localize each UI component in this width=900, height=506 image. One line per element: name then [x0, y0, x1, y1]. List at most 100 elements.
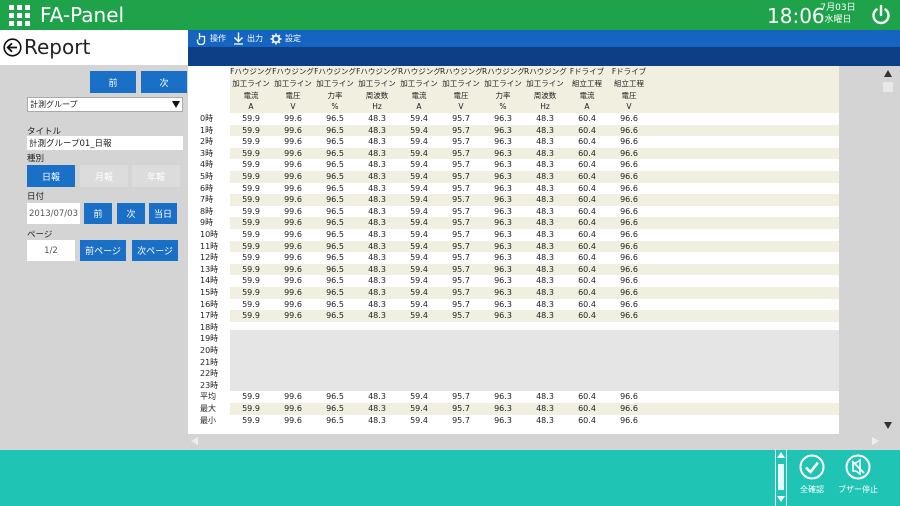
column-header-line: Hz — [372, 102, 382, 112]
table-cell: 96.5 — [326, 264, 344, 274]
table-cell: 60.4 — [578, 160, 596, 170]
column-header-line: 力率 — [495, 90, 511, 100]
table-cell: 48.3 — [368, 415, 386, 425]
table-cell: 95.7 — [452, 172, 470, 181]
column-header-line: Fハウジング — [356, 67, 398, 76]
power-icon[interactable] — [870, 4, 892, 26]
table-cell: 99.6 — [284, 299, 302, 309]
table-cell: 59.4 — [410, 114, 428, 123]
mute-bell-icon — [845, 454, 871, 480]
table-cell: 96.5 — [326, 172, 344, 181]
table-cell: 96.3 — [494, 253, 512, 263]
app-window: FA-Panel 18:06 7月03日 水曜日 Report 前 次 計測グル… — [0, 0, 900, 506]
table-cell: 60.4 — [578, 172, 596, 181]
group-next-button[interactable]: 次 — [141, 71, 187, 93]
row-label: 1時 — [200, 125, 214, 135]
horizontal-scrollbar[interactable] — [188, 434, 881, 448]
table-cell: 96.5 — [326, 148, 344, 158]
scroll-thumb[interactable] — [883, 82, 893, 92]
footer-scroll-down-icon[interactable] — [777, 496, 785, 502]
table-cell: 60.4 — [578, 241, 596, 251]
row-label: 最大 — [200, 404, 216, 413]
table-cell: 48.3 — [368, 125, 386, 135]
row-label: 9時 — [200, 218, 214, 228]
column-header-line: Fハウジング — [272, 67, 314, 76]
scroll-right-icon[interactable] — [872, 437, 879, 445]
table-cell: 96.6 — [620, 114, 638, 123]
table-cell: 60.4 — [578, 404, 596, 413]
title-field[interactable]: 計測グループ01_日報 — [27, 136, 183, 150]
output-menu[interactable]: 出力 — [233, 30, 263, 47]
buzzer-stop-button[interactable]: ブザー停止 — [832, 454, 884, 502]
table-cell: 96.3 — [494, 114, 512, 123]
row-label: 21時 — [200, 357, 219, 367]
kind-yearly-button[interactable]: 年報 — [132, 165, 180, 187]
confirm-all-button[interactable]: 全確認 — [786, 454, 838, 502]
table-cell: 95.7 — [452, 195, 470, 205]
column-header: Fハウジング 加工ライン 電流 A — [230, 66, 272, 113]
table-cell: 60.4 — [578, 299, 596, 309]
column-header-line: 組立工程 — [614, 78, 644, 88]
table-cell: 48.3 — [536, 392, 554, 402]
group-prev-button[interactable]: 前 — [90, 71, 136, 93]
table-cell: 96.5 — [326, 125, 344, 135]
kind-daily-button[interactable]: 日報 — [27, 165, 75, 187]
table-cell: 95.7 — [452, 137, 470, 147]
page-label: ページ — [27, 230, 53, 240]
table-cell: 48.3 — [368, 206, 386, 216]
kind-monthly-button[interactable]: 月報 — [80, 165, 128, 187]
page-prev-button[interactable]: 前ページ — [80, 240, 126, 261]
footer-scroll-up-icon[interactable] — [777, 452, 785, 458]
footer-scroll-thumb[interactable] — [778, 464, 784, 490]
back-arrow-icon[interactable] — [3, 38, 22, 57]
table-cell: 96.5 — [326, 137, 344, 147]
date-field[interactable]: 2013/07/03 — [27, 203, 80, 224]
table-cell: 48.3 — [536, 218, 554, 228]
table-cell: 96.6 — [620, 392, 638, 402]
operate-menu[interactable]: 操作 — [196, 30, 226, 47]
group-select[interactable]: 計測グループ — [27, 97, 183, 112]
settings-menu[interactable]: 設定 — [270, 30, 301, 47]
date-prev-button[interactable]: 前 — [84, 203, 112, 224]
date-label: 日付 — [27, 192, 45, 202]
table-cell: 96.6 — [620, 253, 638, 263]
vertical-scrollbar[interactable] — [881, 66, 895, 434]
table-cell: 96.6 — [620, 137, 638, 147]
column-header-line: V — [458, 102, 464, 112]
scroll-down-icon[interactable] — [884, 422, 892, 429]
scroll-left-icon[interactable] — [191, 437, 198, 445]
table-cell: 59.4 — [410, 241, 428, 251]
table-cell: 96.3 — [494, 125, 512, 135]
column-header-line: 加工ライン — [232, 78, 270, 88]
table-cell: 48.3 — [536, 253, 554, 263]
column-header-line: 電圧 — [285, 90, 301, 100]
grid-icon[interactable] — [9, 5, 30, 26]
table-cell: 99.6 — [284, 183, 302, 193]
table-cell: 95.7 — [452, 288, 470, 297]
table-cell: 96.6 — [620, 264, 638, 274]
table-cell: 96.3 — [494, 206, 512, 216]
page-number-field: 1/2 — [27, 240, 75, 261]
table-cell: 60.4 — [578, 276, 596, 286]
column-header: Fドライブ 組立工程 電流 A — [566, 66, 608, 113]
table-cell: 59.4 — [410, 415, 428, 425]
table-cell: 96.6 — [620, 241, 638, 251]
table-cell: 96.6 — [620, 404, 638, 413]
table-cell: 48.3 — [536, 160, 554, 170]
scroll-up-icon[interactable] — [884, 70, 892, 77]
table-cell: 59.4 — [410, 183, 428, 193]
table-cell: 60.4 — [578, 415, 596, 425]
page-next-button[interactable]: 次ページ — [132, 240, 178, 261]
column-header-line: 周波数 — [365, 90, 389, 100]
date-today-button[interactable]: 当日 — [149, 203, 177, 224]
output-label: 出力 — [247, 34, 263, 43]
column-header-line: V — [290, 102, 296, 112]
table-cell: 99.6 — [284, 195, 302, 205]
table-cell: 96.5 — [326, 404, 344, 413]
date-next-button[interactable]: 次 — [117, 203, 145, 224]
table-cell: 95.7 — [452, 253, 470, 263]
table-cell: 96.3 — [494, 218, 512, 228]
table-cell: 59.4 — [410, 299, 428, 309]
table-cell: 96.3 — [494, 299, 512, 309]
column-header-line: V — [626, 102, 632, 112]
